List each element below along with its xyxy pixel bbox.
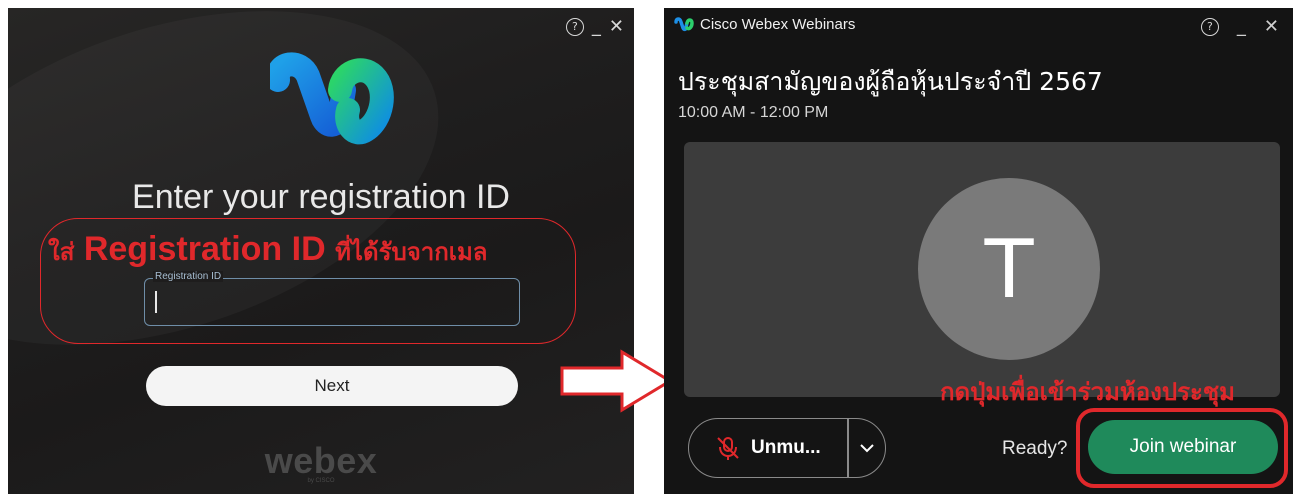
window-controls: ? _ ✕ <box>1200 16 1279 37</box>
app-title: Cisco Webex Webinars <box>700 16 856 33</box>
avatar: T <box>918 178 1100 360</box>
chevron-down-icon <box>860 444 874 453</box>
annotation-highlight: Registration ID <box>83 230 326 268</box>
page-title: Enter your registration ID <box>132 178 510 216</box>
ready-label: Ready? <box>1002 438 1068 459</box>
registration-id-field[interactable]: Registration ID <box>144 271 520 326</box>
registration-id-label: Registration ID <box>153 271 224 282</box>
meeting-title: ประชุมสามัญของผู้ถือหุ้นประจำปี 2567 <box>678 67 1103 96</box>
close-button[interactable]: ✕ <box>1264 16 1279 37</box>
webex-app-icon <box>674 17 694 32</box>
minimize-button[interactable]: _ <box>1237 16 1246 37</box>
meeting-time: 10:00 AM - 12:00 PM <box>678 104 829 121</box>
webinar-window: Cisco Webex Webinars ? _ ✕ ประชุมสามัญขอ… <box>664 8 1293 494</box>
annotation-instruction: ใส่ Registration ID ที่ได้รับจากเมล <box>48 230 488 271</box>
text-caret <box>155 291 157 313</box>
unmute-label: Unmu... <box>751 437 821 458</box>
close-button[interactable]: ✕ <box>609 16 624 37</box>
unmute-button[interactable]: Unmu... <box>689 435 847 461</box>
help-icon[interactable]: ? <box>1200 17 1219 36</box>
video-preview: T <box>684 142 1280 397</box>
next-button[interactable]: Next <box>146 366 518 406</box>
registration-window: ? _ ✕ Enter your registration ID ใส่ Reg… <box>8 8 634 494</box>
title-bar: Cisco Webex Webinars ? _ ✕ <box>664 8 1293 42</box>
annotation-suffix: ที่ได้รับจากเมล <box>335 238 488 266</box>
audio-options-button[interactable] <box>849 443 886 453</box>
webex-wordmark: webex <box>264 440 378 481</box>
join-webinar-button[interactable]: Join webinar <box>1088 420 1278 474</box>
unmute-control: Unmu... <box>688 418 886 478</box>
annotation-prefix: ใส่ <box>48 238 75 266</box>
help-icon[interactable]: ? <box>565 17 584 36</box>
right-arrow-icon <box>560 349 673 413</box>
webex-logo-icon <box>270 52 394 145</box>
annotation-instruction: กดปุ่มเพื่อเข้าร่วมห้องประชุม <box>940 378 1235 406</box>
window-controls: ? _ ✕ <box>565 16 624 37</box>
minimize-button[interactable]: _ <box>592 16 601 37</box>
cisco-byline: by CISCO <box>307 478 335 484</box>
mic-muted-icon <box>717 437 739 460</box>
